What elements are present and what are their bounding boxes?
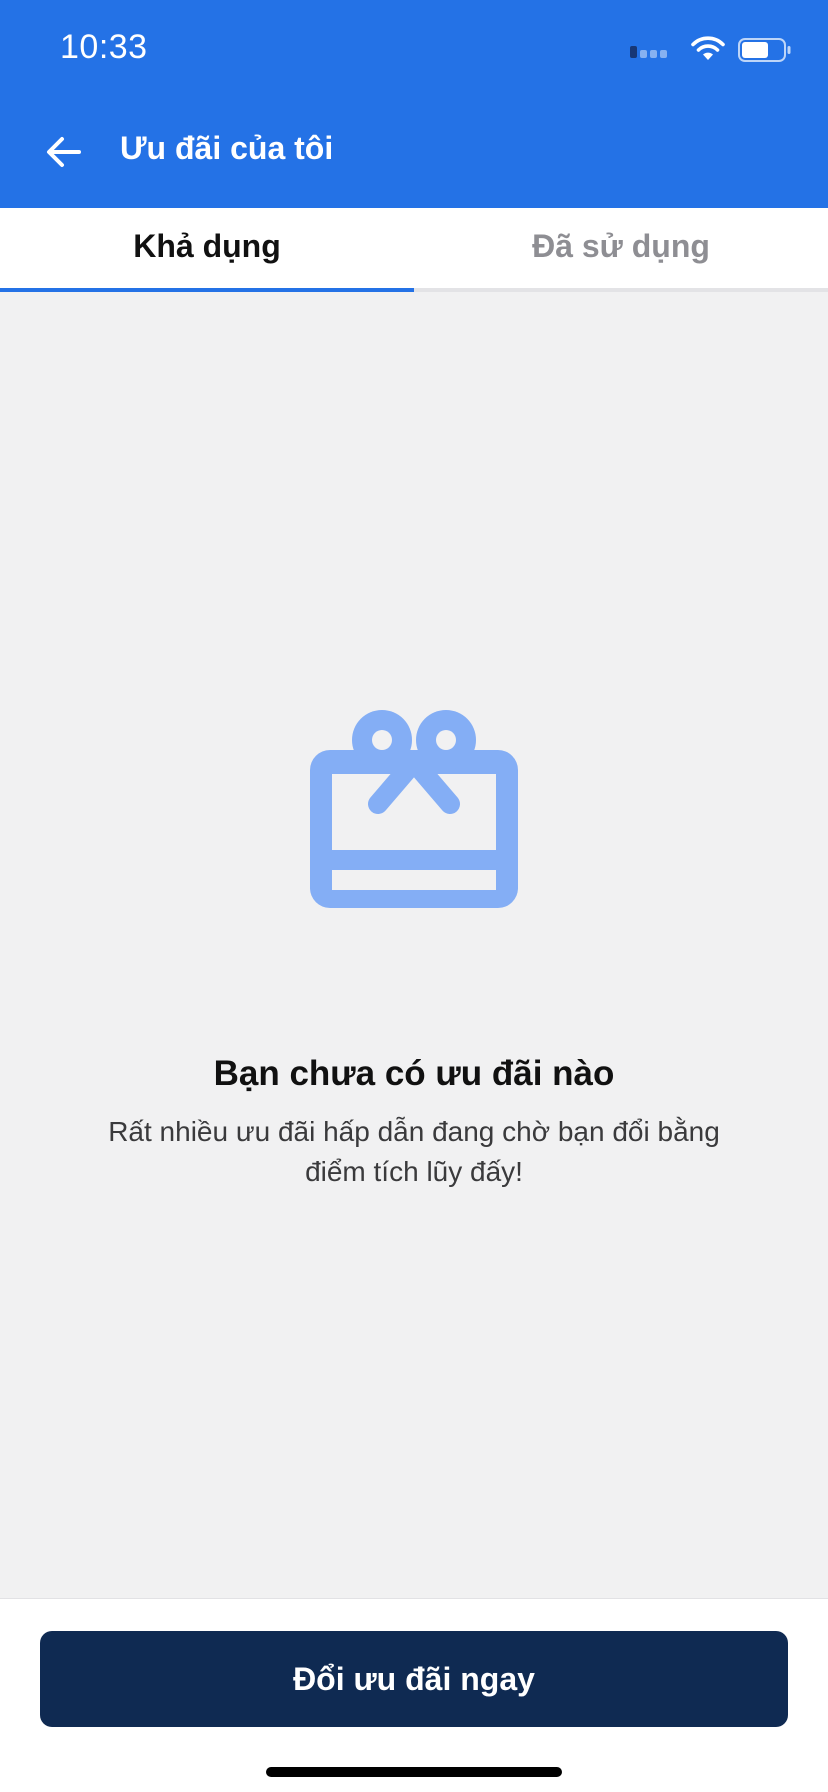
status-time: 10:33 [60,28,148,66]
empty-state-title: Bạn chưa có ưu đãi nào [213,1054,615,1093]
status-icons [592,36,792,62]
empty-state-description: Rất nhiều ưu đãi hấp dẫn đang chờ bạn đổ… [108,1116,720,1187]
home-indicator [266,1767,562,1777]
tab-used[interactable]: Đã sử dụng [414,208,828,288]
app-header: 10:33 Ưu đãi của tôi [0,0,828,208]
empty-state: Bạn chưa có ưu đãi nào Rất nhiều ưu đãi … [0,292,828,1598]
battery-icon [738,38,791,62]
arrow-left-icon [47,137,81,167]
back-button[interactable] [36,124,92,180]
wifi-icon [691,36,725,60]
tab-available[interactable]: Khả dụng [0,208,414,292]
nav-bar: Ưu đãi của tôi [0,110,828,192]
cellular-signal-icon [630,46,670,58]
gift-card-icon [310,710,518,908]
footer: Đổi ưu đãi ngay [0,1598,828,1792]
tab-bar: Khả dụng Đã sử dụng [0,208,828,292]
page-title: Ưu đãi của tôi [120,130,334,166]
redeem-offer-button[interactable]: Đổi ưu đãi ngay [40,1631,788,1727]
